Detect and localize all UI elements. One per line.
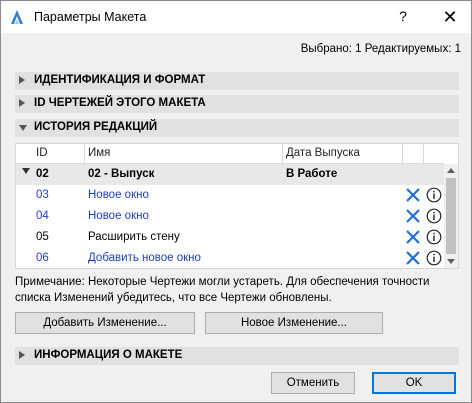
info-icon[interactable] — [426, 187, 442, 203]
title-bar: Параметры Макета ? ✕ — [1, 1, 471, 33]
info-icon[interactable] — [426, 250, 442, 266]
collapse-arrow-icon[interactable] — [22, 168, 30, 174]
cell-id: 04 — [36, 210, 49, 222]
section-label: ИНФОРМАЦИЯ О МАКЕТЕ — [34, 349, 183, 361]
table-row[interactable]: 04 Новое окно — [16, 206, 444, 227]
section-label: ИСТОРИЯ РЕДАКЦИЙ — [34, 121, 158, 133]
section-layout-info[interactable]: ИНФОРМАЦИЯ О МАКЕТЕ — [15, 347, 459, 365]
table-row[interactable]: 03 Новое окно — [16, 185, 444, 206]
revision-table: ID Имя Дата Выпуска 02 02 - Выпуск В Раб… — [15, 143, 459, 269]
cell-name: Новое окно — [88, 210, 149, 222]
cell-name: Расширить стену — [88, 231, 180, 243]
delete-x-icon[interactable] — [405, 187, 421, 203]
cell-name: Добавить новое окно — [88, 252, 201, 264]
delete-x-icon[interactable] — [405, 250, 421, 266]
layout-settings-dialog: Параметры Макета ? ✕ Выбрано: 1 Редактир… — [0, 0, 472, 403]
column-header-date[interactable]: Дата Выпуска — [286, 147, 360, 159]
cell-id: 03 — [36, 189, 49, 201]
cell-name: 02 - Выпуск — [88, 168, 155, 180]
section-label: ID ЧЕРТЕЖЕЙ ЭТОГО МАКЕТА — [34, 97, 206, 109]
section-revision-history[interactable]: ИСТОРИЯ РЕДАКЦИЙ — [15, 119, 459, 137]
section-drawing-ids[interactable]: ID ЧЕРТЕЖЕЙ ЭТОГО МАКЕТА — [15, 95, 459, 113]
table-row-group[interactable]: 02 02 - Выпуск В Работе — [16, 164, 444, 185]
new-change-button[interactable]: Новое Изменение... — [205, 312, 383, 334]
note-text: Примечание: Некоторые Чертежи могли уста… — [15, 276, 430, 304]
table-scrollbar[interactable] — [444, 164, 458, 268]
expand-arrow-icon — [19, 99, 25, 107]
cell-id: 05 — [36, 231, 49, 243]
cell-name: Новое окно — [88, 189, 149, 201]
scroll-down-arrow-icon[interactable] — [447, 259, 455, 264]
section-label: ИДЕНТИФИКАЦИЯ И ФОРМАТ — [34, 74, 206, 86]
column-header-id[interactable]: ID — [36, 147, 48, 159]
expand-arrow-icon — [19, 351, 25, 359]
close-button[interactable]: ✕ — [437, 5, 463, 29]
cell-date: В Работе — [286, 168, 338, 180]
section-identification-format[interactable]: ИДЕНТИФИКАЦИЯ И ФОРМАТ — [15, 72, 459, 90]
scroll-up-arrow-icon[interactable] — [447, 168, 455, 173]
archicad-app-icon — [11, 10, 23, 24]
collapse-arrow-icon — [19, 125, 27, 131]
ok-button[interactable]: OK — [372, 372, 456, 394]
cancel-button[interactable]: Отменить — [271, 372, 355, 394]
help-button[interactable]: ? — [393, 8, 413, 28]
add-change-button[interactable]: Добавить Изменение... — [15, 312, 195, 334]
cell-id: 06 — [36, 252, 49, 264]
table-header: ID Имя Дата Выпуска — [16, 144, 444, 164]
info-icon[interactable] — [426, 208, 442, 224]
selection-info: Выбрано: 1 Редактируемых: 1 — [300, 43, 461, 55]
info-icon[interactable] — [426, 229, 442, 245]
scroll-thumb[interactable] — [446, 178, 456, 254]
delete-x-icon[interactable] — [405, 208, 421, 224]
window-title: Параметры Макета — [34, 10, 147, 24]
table-row[interactable]: 05 Расширить стену — [16, 227, 444, 248]
column-header-name[interactable]: Имя — [88, 147, 110, 159]
table-row[interactable]: 06 Добавить новое окно — [16, 248, 444, 269]
cell-id: 02 — [36, 168, 49, 180]
delete-x-icon[interactable] — [405, 229, 421, 245]
expand-arrow-icon — [19, 76, 25, 84]
